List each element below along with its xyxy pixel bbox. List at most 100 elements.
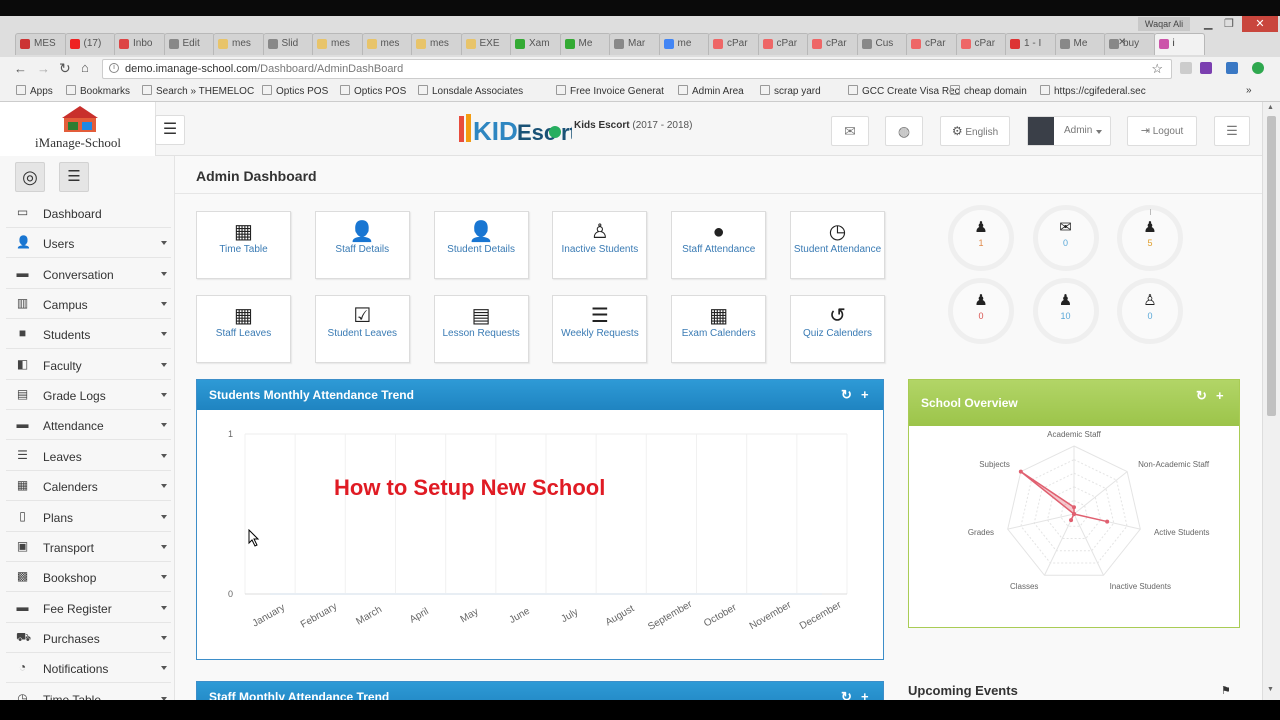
browser-tab[interactable]: (17) bbox=[64, 33, 116, 55]
back-icon[interactable]: ← bbox=[14, 61, 27, 76]
close-window-icon[interactable]: ✕ bbox=[1242, 16, 1278, 32]
address-bar[interactable]: i demo.imanage-school.com/Dashboard/Admi… bbox=[102, 59, 1172, 79]
bookmark-item[interactable]: Optics POS bbox=[262, 85, 328, 97]
stat-circle[interactable]: ♟ 1 bbox=[948, 205, 1014, 271]
browser-tab[interactable]: cPar bbox=[906, 33, 958, 55]
browser-tab[interactable]: Inbo bbox=[114, 33, 166, 55]
more-bookmarks-icon[interactable]: » bbox=[1246, 85, 1252, 96]
browser-tab[interactable]: MES bbox=[15, 33, 67, 55]
browser-tab[interactable]: Cus bbox=[856, 33, 908, 55]
bookmark-item[interactable]: cheap domain bbox=[950, 85, 1027, 97]
expand-icon[interactable]: + bbox=[861, 387, 869, 402]
browser-tab[interactable]: mes bbox=[411, 33, 463, 55]
browser-tab[interactable]: Me bbox=[559, 33, 611, 55]
browser-tab[interactable]: i bbox=[1153, 33, 1205, 55]
extension-icon-3[interactable] bbox=[1252, 62, 1264, 74]
forward-icon[interactable]: → bbox=[37, 61, 50, 76]
tile-student-leaves[interactable]: ☑ Student Leaves bbox=[314, 295, 410, 363]
stat-circle[interactable]: ♟ 0 bbox=[948, 278, 1014, 344]
reload-icon[interactable]: ↻ bbox=[59, 60, 71, 77]
scroll-up-icon[interactable]: ▲ bbox=[1267, 104, 1274, 111]
user-menu[interactable]: Admin bbox=[1027, 116, 1111, 146]
browser-tab[interactable]: mes bbox=[312, 33, 364, 55]
stat-circle[interactable]: ♙ 0 bbox=[1117, 278, 1183, 344]
tile-student-details[interactable]: 👤 Student Details bbox=[433, 211, 529, 279]
tile-quiz-calenders[interactable]: ↺ Quiz Calenders bbox=[790, 295, 885, 363]
home-icon[interactable]: ⌂ bbox=[81, 60, 89, 75]
info-icon[interactable]: i bbox=[109, 63, 119, 73]
bookmark-item[interactable]: Admin Area bbox=[678, 85, 744, 97]
sidebar-item-conversation[interactable]: ▬ Conversation bbox=[6, 260, 171, 289]
right-panel-toggle-icon[interactable]: ☰ bbox=[1214, 116, 1250, 146]
bookmark-item[interactable]: Optics POS bbox=[340, 85, 406, 97]
sidebar-item-plans[interactable]: ▯ Plans bbox=[6, 503, 171, 532]
tile-exam-calenders[interactable]: ▦ Exam Calenders bbox=[671, 295, 767, 363]
sidebar-item-transport[interactable]: ▣ Transport bbox=[6, 533, 171, 562]
bookmark-item[interactable]: Search » THEMELOC bbox=[142, 85, 254, 97]
scrollbar-thumb[interactable] bbox=[1267, 116, 1276, 416]
sidebar-item-calenders[interactable]: ▦ Calenders bbox=[6, 472, 171, 502]
bookmark-item[interactable]: Lonsdale Associates bbox=[418, 85, 523, 97]
browser-tab[interactable]: cPar bbox=[955, 33, 1007, 55]
flag-icon[interactable]: ⚑ bbox=[1221, 684, 1231, 697]
bookmark-item[interactable]: Bookmarks bbox=[66, 85, 130, 97]
stat-circle[interactable]: ♟ 10 bbox=[1032, 278, 1099, 344]
onenote-icon[interactable] bbox=[1200, 62, 1212, 74]
extension-icon-2[interactable] bbox=[1226, 62, 1238, 74]
sidebar-item-leaves[interactable]: ☰ Leaves bbox=[6, 442, 171, 471]
browser-tab[interactable]: Xam bbox=[510, 33, 562, 55]
bookmark-item[interactable]: GCC Create Visa Rec bbox=[848, 85, 960, 97]
tile-lesson-requests[interactable]: ▤ Lesson Requests bbox=[433, 295, 529, 363]
bookmark-item[interactable]: Apps bbox=[16, 85, 53, 97]
sidebar-item-students[interactable]: ■ Students bbox=[6, 320, 171, 350]
bookmark-star-icon[interactable]: ☆ bbox=[1151, 61, 1163, 77]
browser-tab[interactable]: cPar bbox=[708, 33, 760, 55]
sidebar-item-users[interactable]: 👤 Users bbox=[6, 229, 171, 259]
tile-weekly-requests[interactable]: ☰ Weekly Requests bbox=[552, 295, 648, 363]
browser-tab[interactable]: EXE bbox=[460, 33, 512, 55]
tile-staff-leaves[interactable]: ▦ Staff Leaves bbox=[196, 295, 291, 363]
browser-tab[interactable]: 1 - I bbox=[1005, 33, 1057, 55]
sidebar-item-campus[interactable]: ▥ Campus bbox=[6, 290, 171, 320]
browser-tab[interactable]: cPar bbox=[757, 33, 809, 55]
sidebar-item-time-table[interactable]: ◷ Time Table bbox=[6, 685, 171, 700]
browser-tab[interactable]: Slid bbox=[262, 33, 314, 55]
bookmark-item[interactable]: https://cgifederal.sec bbox=[1040, 85, 1146, 97]
sidebar-item-faculty[interactable]: ◧ Faculty bbox=[6, 351, 171, 380]
profile-name[interactable]: Waqar Ali bbox=[1138, 17, 1190, 31]
close-tab-icon[interactable]: ✕ bbox=[1118, 37, 1126, 48]
stat-circle[interactable]: ✉ 0 bbox=[1032, 205, 1099, 271]
sidebar-item-attendance[interactable]: ▬ Attendance bbox=[6, 411, 171, 441]
sidebar-item-notifications[interactable]: ◔ Notifications bbox=[6, 654, 171, 684]
logo-area[interactable]: iManage-School bbox=[0, 102, 156, 156]
globe-icon[interactable]: ◍ bbox=[885, 116, 923, 146]
refresh-icon[interactable]: ↻ bbox=[1196, 388, 1207, 404]
messages-icon[interactable]: ✉ bbox=[831, 116, 869, 146]
maximize-icon[interactable]: ❐ bbox=[1224, 17, 1234, 30]
sidebar-item-purchases[interactable]: ⛟ Purchases bbox=[6, 624, 171, 653]
browser-tab[interactable]: Me bbox=[1054, 33, 1106, 55]
sidebar-item-bookshop[interactable]: ▩ Bookshop bbox=[6, 563, 171, 593]
tile-inactive-students[interactable]: ♙ Inactive Students bbox=[552, 211, 648, 279]
scroll-down-icon[interactable]: ▼ bbox=[1267, 686, 1274, 693]
page-scrollbar[interactable]: ▲ ▼ bbox=[1262, 102, 1280, 700]
browser-tab[interactable]: buy bbox=[1104, 33, 1156, 55]
language-button[interactable]: ⚙ English bbox=[940, 116, 1010, 146]
sidebar-item-fee-register[interactable]: ▬ Fee Register bbox=[6, 594, 171, 623]
support-icon[interactable]: ◎ bbox=[15, 162, 45, 192]
browser-tab[interactable]: mes bbox=[361, 33, 413, 55]
sidebar-item-dashboard[interactable]: ▭ Dashboard bbox=[6, 199, 171, 228]
bookmark-item[interactable]: Free Invoice Generat bbox=[556, 85, 664, 97]
database-icon[interactable]: ☰ bbox=[59, 162, 89, 192]
tile-staff-attendance[interactable]: ● Staff Attendance bbox=[671, 211, 767, 279]
browser-tab[interactable]: cPar bbox=[807, 33, 859, 55]
minimize-icon[interactable]: ▁ bbox=[1204, 17, 1212, 30]
tile-student-attendance[interactable]: ◷ Student Attendance bbox=[790, 211, 885, 279]
sidebar-item-grade-logs[interactable]: ▤ Grade Logs bbox=[6, 381, 171, 411]
extension-icon[interactable] bbox=[1180, 62, 1192, 74]
browser-tab[interactable]: Mar bbox=[609, 33, 661, 55]
logout-button[interactable]: ⇥ Logout bbox=[1127, 116, 1197, 146]
refresh-icon[interactable]: ↻ bbox=[841, 387, 852, 403]
bookmark-item[interactable]: scrap yard bbox=[760, 85, 821, 97]
browser-tab[interactable]: me bbox=[658, 33, 710, 55]
